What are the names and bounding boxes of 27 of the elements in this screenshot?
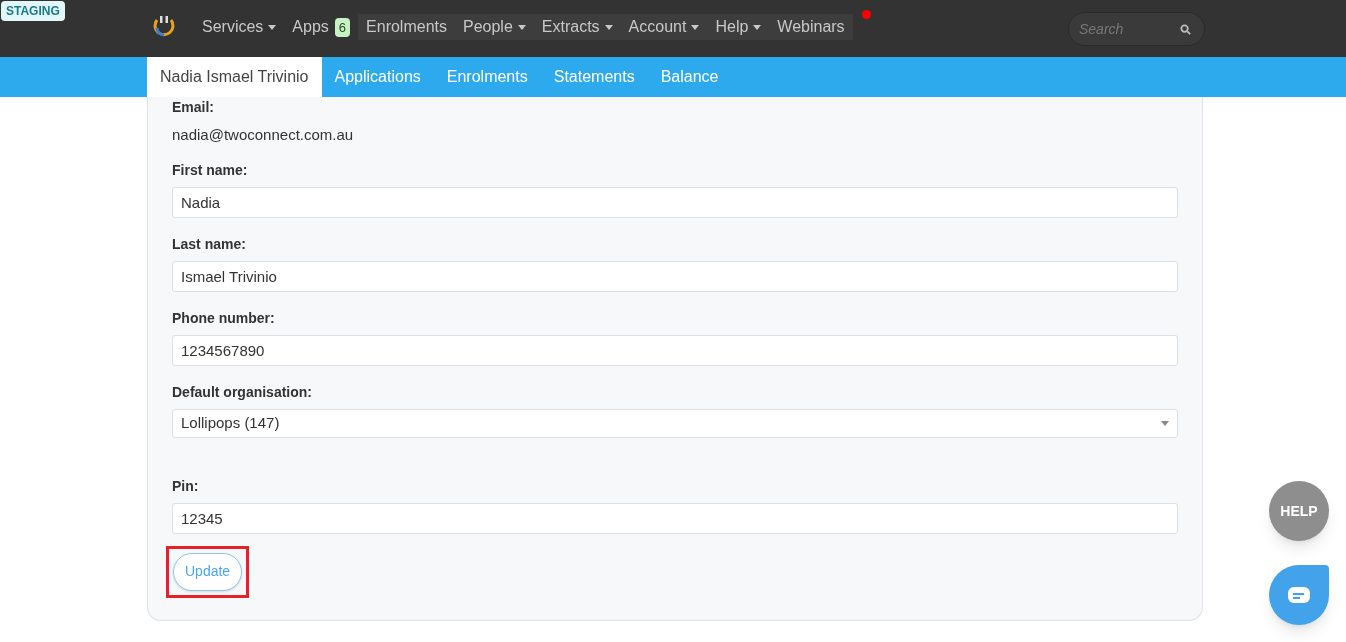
nav-menu-item[interactable]: Account	[620, 14, 708, 40]
email-text: nadia@twoconnect.com.au	[172, 125, 355, 145]
tab[interactable]: Nadia Ismael Trivinio	[147, 57, 322, 97]
nav-menu-item[interactable]: Services	[194, 14, 285, 40]
nav-menu-item[interactable]: Enrolments	[358, 14, 455, 40]
field-label: Pin:	[172, 477, 200, 495]
dropdown-field[interactable]: Lollipops (147)	[172, 408, 1178, 438]
nav-menu-item[interactable]: Extracts	[533, 14, 621, 40]
input-field[interactable]: 12345	[172, 502, 1178, 534]
field-label: First name:	[172, 161, 249, 179]
nav-menu-item[interactable]: People	[455, 14, 534, 40]
field-label: Phone number:	[172, 309, 276, 327]
staging-badge: STAGING	[1, 1, 65, 21]
field-label: Email:	[172, 99, 215, 116]
input-field[interactable]: 1234567890	[172, 334, 1178, 366]
search-icon[interactable]	[1180, 24, 1191, 35]
chat-button[interactable]	[1269, 565, 1329, 625]
field-label: Last name:	[172, 235, 247, 253]
field-label: Default organisation:	[172, 383, 313, 401]
nav-menu-item[interactable]: Help	[707, 14, 770, 40]
nav-menu-item[interactable]: Apps 6	[284, 14, 359, 40]
input-field[interactable]: Nadia	[172, 186, 1178, 218]
search-field[interactable]: Search	[1068, 12, 1205, 46]
caret-icon	[1161, 420, 1169, 426]
chat-icon	[1288, 587, 1310, 603]
input-field[interactable]: Ismael Trivinio	[172, 260, 1178, 292]
count-badge: 6	[334, 17, 351, 37]
